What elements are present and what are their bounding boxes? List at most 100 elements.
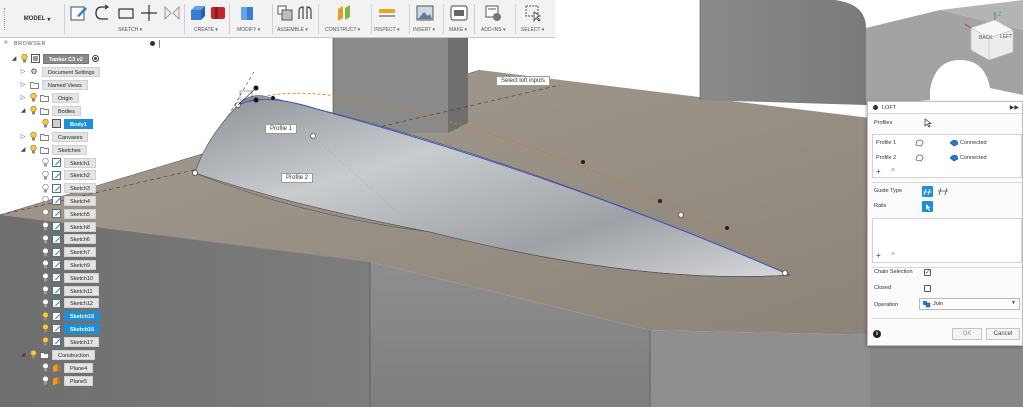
tree-row-sketch[interactable]: Sketch17 bbox=[41, 336, 99, 347]
document-settings-label[interactable]: Document Settings bbox=[42, 66, 101, 77]
expanded-triangle-icon[interactable]: ◢ bbox=[19, 146, 27, 154]
lightbulb-off-icon[interactable] bbox=[41, 286, 49, 295]
closed-checkbox[interactable] bbox=[924, 285, 931, 292]
lightbulb-icon[interactable] bbox=[29, 132, 37, 141]
tree-row-sketch[interactable]: Sketch11 bbox=[41, 285, 99, 296]
tree-row-sketch[interactable]: Sketch6 bbox=[41, 234, 96, 245]
guide-type-rails-button[interactable] bbox=[922, 186, 933, 197]
lightbulb-off-icon[interactable] bbox=[41, 247, 49, 257]
tree-row-sketch[interactable]: Sketch12 bbox=[41, 298, 99, 309]
box-icon[interactable] bbox=[209, 4, 227, 22]
control-point[interactable] bbox=[271, 96, 275, 100]
create-menu[interactable]: CREATE ▾ bbox=[194, 27, 218, 33]
sketches-label[interactable]: Sketches bbox=[52, 144, 87, 155]
tree-row-sketch[interactable]: Sketch9 bbox=[41, 259, 96, 270]
sketch-label[interactable]: Sketch4 bbox=[64, 195, 96, 206]
sketch-label[interactable]: Sketch11 bbox=[64, 285, 99, 296]
construction-label[interactable]: Construction bbox=[52, 349, 95, 360]
lightbulb-off-icon[interactable] bbox=[41, 222, 49, 231]
rectangle-icon[interactable] bbox=[117, 4, 135, 22]
workspace-mode-dropdown[interactable]: MODEL ▾ bbox=[14, 10, 60, 28]
sketch-label[interactable]: Sketch1 bbox=[64, 157, 96, 168]
sketch-label[interactable]: Sketch16 bbox=[64, 323, 101, 334]
finish-sketch-icon[interactable] bbox=[93, 4, 111, 22]
pointer-icon[interactable] bbox=[924, 118, 932, 128]
control-point[interactable] bbox=[725, 226, 729, 230]
tree-row-origin[interactable]: ▷ Origin bbox=[19, 92, 79, 103]
sketch-label[interactable]: Sketch5 bbox=[64, 208, 96, 219]
tree-row-sketch[interactable]: Sketch2 bbox=[41, 170, 96, 181]
sketch-label[interactable]: Sketch2 bbox=[64, 170, 96, 181]
lightbulb-off-icon[interactable] bbox=[41, 234, 49, 244]
joint-icon[interactable] bbox=[296, 4, 314, 22]
operation-select[interactable]: Join ▼ bbox=[919, 298, 1020, 310]
browser-pin-icon[interactable] bbox=[150, 41, 155, 46]
connected-icon[interactable] bbox=[949, 153, 959, 162]
profile-1-row-label[interactable]: Profile 1 bbox=[876, 140, 896, 146]
rails-table[interactable]: + × bbox=[872, 218, 1022, 263]
view-cube-back-label[interactable]: BACK bbox=[979, 35, 993, 41]
tree-row-canvases[interactable]: ▷ Canvases bbox=[19, 131, 89, 142]
control-point[interactable] bbox=[253, 97, 259, 103]
add-ins-menu[interactable]: ADD-INS ▾ bbox=[481, 27, 505, 33]
3d-print-icon[interactable] bbox=[450, 4, 468, 22]
sketch-point[interactable] bbox=[678, 212, 684, 218]
plane5-label[interactable]: Plane5 bbox=[64, 375, 94, 386]
profile-2-row-label[interactable]: Profile 2 bbox=[876, 155, 896, 161]
remove-rail-button[interactable]: × bbox=[891, 251, 895, 258]
assemble-menu[interactable]: ASSEMBLE ▾ bbox=[277, 27, 308, 33]
tree-row-plane4[interactable]: Plane4 bbox=[41, 362, 94, 373]
select-menu[interactable]: SELECT ▾ bbox=[521, 27, 544, 33]
sketch-menu[interactable]: SKETCH ▾ bbox=[118, 27, 142, 33]
plane4-label[interactable]: Plane4 bbox=[64, 362, 94, 373]
make-menu[interactable]: MAKE ▾ bbox=[449, 27, 467, 33]
add-profile-button[interactable]: + bbox=[876, 167, 881, 176]
tree-row-sketch[interactable]: Sketch1 bbox=[41, 157, 96, 168]
loft-dialog-header[interactable]: LOFT ▶▶ bbox=[868, 102, 1022, 114]
measure-icon[interactable] bbox=[378, 4, 396, 22]
sketch-label[interactable]: Sketch9 bbox=[64, 259, 96, 270]
lightbulb-off-icon[interactable] bbox=[41, 158, 49, 167]
lightbulb-icon[interactable] bbox=[29, 350, 37, 359]
sketch-label[interactable]: Sketch3 bbox=[64, 183, 96, 194]
tree-row-sketch[interactable]: Sketch8 bbox=[41, 221, 96, 232]
tree-row-sketch[interactable]: Sketch15 bbox=[41, 311, 101, 322]
sketch-label[interactable]: Sketch10 bbox=[64, 272, 99, 283]
expanded-triangle-icon[interactable]: ◢ bbox=[10, 55, 18, 63]
control-point[interactable] bbox=[658, 199, 662, 203]
tree-row-sketch[interactable]: Sketch3 bbox=[41, 183, 96, 194]
add-rail-button[interactable]: + bbox=[876, 251, 881, 260]
lightbulb-off-icon[interactable] bbox=[41, 196, 49, 205]
lightbulb-off-icon[interactable] bbox=[41, 363, 49, 372]
sketch-point[interactable] bbox=[192, 170, 198, 176]
lightbulb-icon[interactable] bbox=[41, 311, 49, 321]
scripts-addins-icon[interactable] bbox=[484, 4, 502, 22]
expanded-triangle-icon[interactable]: ◢ bbox=[19, 351, 27, 359]
sketch-label[interactable]: Sketch7 bbox=[64, 247, 96, 258]
connected-icon[interactable] bbox=[949, 138, 959, 147]
body1-label[interactable]: Body1 bbox=[64, 118, 93, 129]
root-component-label[interactable]: Tanker C3 v2 bbox=[43, 53, 89, 64]
tree-row-root[interactable]: ◢ Tanker C3 v2 bbox=[10, 53, 99, 64]
collapsed-triangle-icon[interactable]: ▷ bbox=[19, 81, 27, 89]
lightbulb-off-icon[interactable] bbox=[41, 376, 49, 385]
view-cube-left-label[interactable]: LEFT bbox=[1000, 34, 1012, 40]
lightbulb-icon[interactable] bbox=[41, 324, 49, 333]
lightbulb-icon[interactable] bbox=[20, 54, 28, 63]
browser-header[interactable]: « BROWSER bbox=[0, 38, 165, 50]
sketch-point[interactable] bbox=[782, 270, 788, 276]
select-icon[interactable] bbox=[524, 4, 542, 22]
tree-row-bodies[interactable]: ◢ Bodies bbox=[19, 105, 81, 116]
profile-1-label[interactable]: Profile 1 bbox=[265, 124, 298, 134]
lightbulb-icon[interactable] bbox=[29, 145, 37, 154]
activate-radio-icon[interactable] bbox=[91, 55, 99, 62]
sketch-label[interactable]: Sketch12 bbox=[64, 298, 99, 309]
sketch-label[interactable]: Sketch15 bbox=[64, 311, 101, 322]
bodies-label[interactable]: Bodies bbox=[52, 105, 81, 116]
double-left-arrow-icon[interactable]: « bbox=[4, 39, 8, 46]
extrude-icon[interactable] bbox=[189, 4, 207, 22]
tree-row-plane5[interactable]: Plane5 bbox=[41, 375, 94, 386]
tree-row-construction[interactable]: ◢ Construction bbox=[19, 349, 95, 360]
collapsed-triangle-icon[interactable]: ▷ bbox=[19, 68, 27, 76]
tree-row-sketch[interactable]: Sketch7 bbox=[41, 247, 96, 258]
